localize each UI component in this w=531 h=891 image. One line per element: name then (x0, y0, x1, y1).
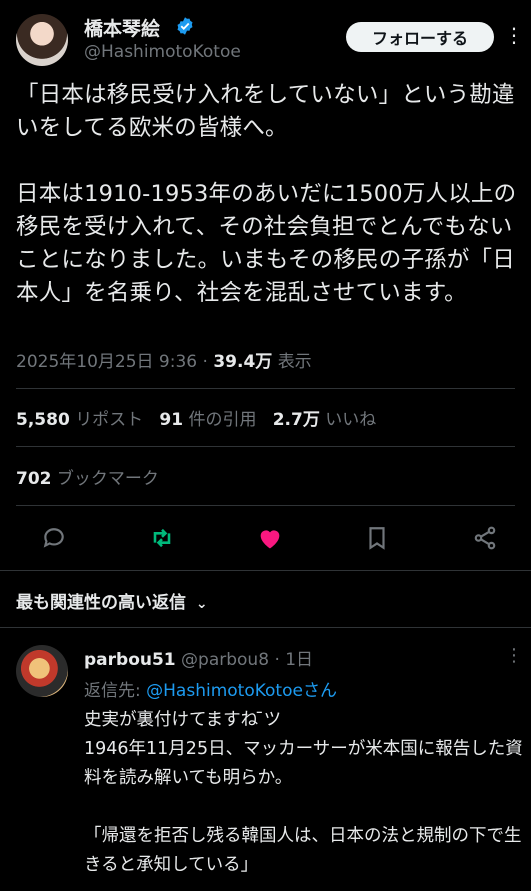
bookmarks-label: ブックマーク (56, 469, 159, 489)
views-count: 39.4万 (213, 352, 273, 372)
post-stats: 5,580 リポスト 91 件の引用 2.7万 いいね (16, 405, 376, 430)
follow-button[interactable]: フォローする (346, 22, 494, 52)
replies-sort-dropdown[interactable]: 最も関連性の高い返信 ⌄ (16, 588, 208, 613)
reply-button[interactable] (34, 518, 74, 558)
repost-button[interactable] (142, 518, 182, 558)
share-icon (474, 526, 496, 550)
action-bar (0, 518, 531, 558)
quotes-count: 91 (159, 410, 184, 430)
reply-to-link[interactable]: @HashimotoKotoeさん (146, 681, 337, 701)
share-button[interactable] (465, 518, 505, 558)
likes-label: いいね (325, 410, 377, 430)
reply-header: parbou51 @parbou8 · 1日 (84, 645, 313, 670)
reposts-count: 5,580 (16, 410, 70, 430)
bookmarks-count: 702 (16, 469, 52, 489)
like-icon (260, 530, 280, 549)
divider (0, 570, 531, 571)
bookmark-button[interactable] (357, 518, 397, 558)
reposts-label: リポスト (75, 410, 144, 430)
reply-icon (43, 528, 64, 548)
post-text: 「日本は移民受け入れをしていない」という勘違いをしてる欧米の皆様へ。 日本は19… (16, 82, 517, 306)
divider (16, 388, 515, 389)
replies-sort-label: 最も関連性の高い返信 (16, 593, 186, 613)
likes-stat[interactable]: 2.7万 いいね (273, 410, 377, 430)
repost-icon (153, 528, 171, 548)
author-handle[interactable]: @HashimotoKotoe (84, 42, 241, 62)
author-avatar[interactable] (16, 14, 68, 66)
reply-to-line: 返信先: @HashimotoKotoeさん (84, 676, 337, 701)
more-options-icon[interactable]: ⋮ (504, 20, 524, 52)
reply-text: 史実が裏付けてますね ̄ツ 1946年11月25日、マッカーサーが米本国に報告し… (84, 710, 523, 875)
reposts-stat[interactable]: 5,580 リポスト (16, 410, 143, 430)
likes-count: 2.7万 (272, 410, 320, 430)
like-button[interactable] (250, 518, 290, 558)
bookmarks-stat[interactable]: 702 ブックマーク (16, 464, 159, 489)
author-name[interactable]: 橋本琴絵 (84, 14, 160, 41)
reply-author-handle[interactable]: @parbou8 (181, 650, 269, 670)
views-label: 表示 (277, 352, 312, 372)
divider (16, 505, 515, 506)
post-timestamp[interactable]: 2025年10月25日 9:36 (16, 352, 197, 372)
reply-avatar[interactable] (16, 645, 68, 697)
divider (0, 627, 531, 628)
quotes-label: 件の引用 (188, 410, 257, 430)
bookmark-icon (369, 527, 385, 550)
post-meta: 2025年10月25日 9:36 · 39.4万 表示 (16, 352, 312, 372)
reply-age: · 1日 (274, 650, 314, 670)
divider (16, 446, 515, 447)
reply-more-options-icon[interactable]: ⋮ (504, 645, 524, 666)
reply-to-label: 返信先: (84, 681, 141, 701)
chevron-down-icon: ⌄ (195, 596, 208, 612)
reply-author-name[interactable]: parbou51 (84, 650, 176, 670)
verified-badge-icon (177, 17, 193, 35)
quotes-stat[interactable]: 91 件の引用 (159, 410, 256, 430)
